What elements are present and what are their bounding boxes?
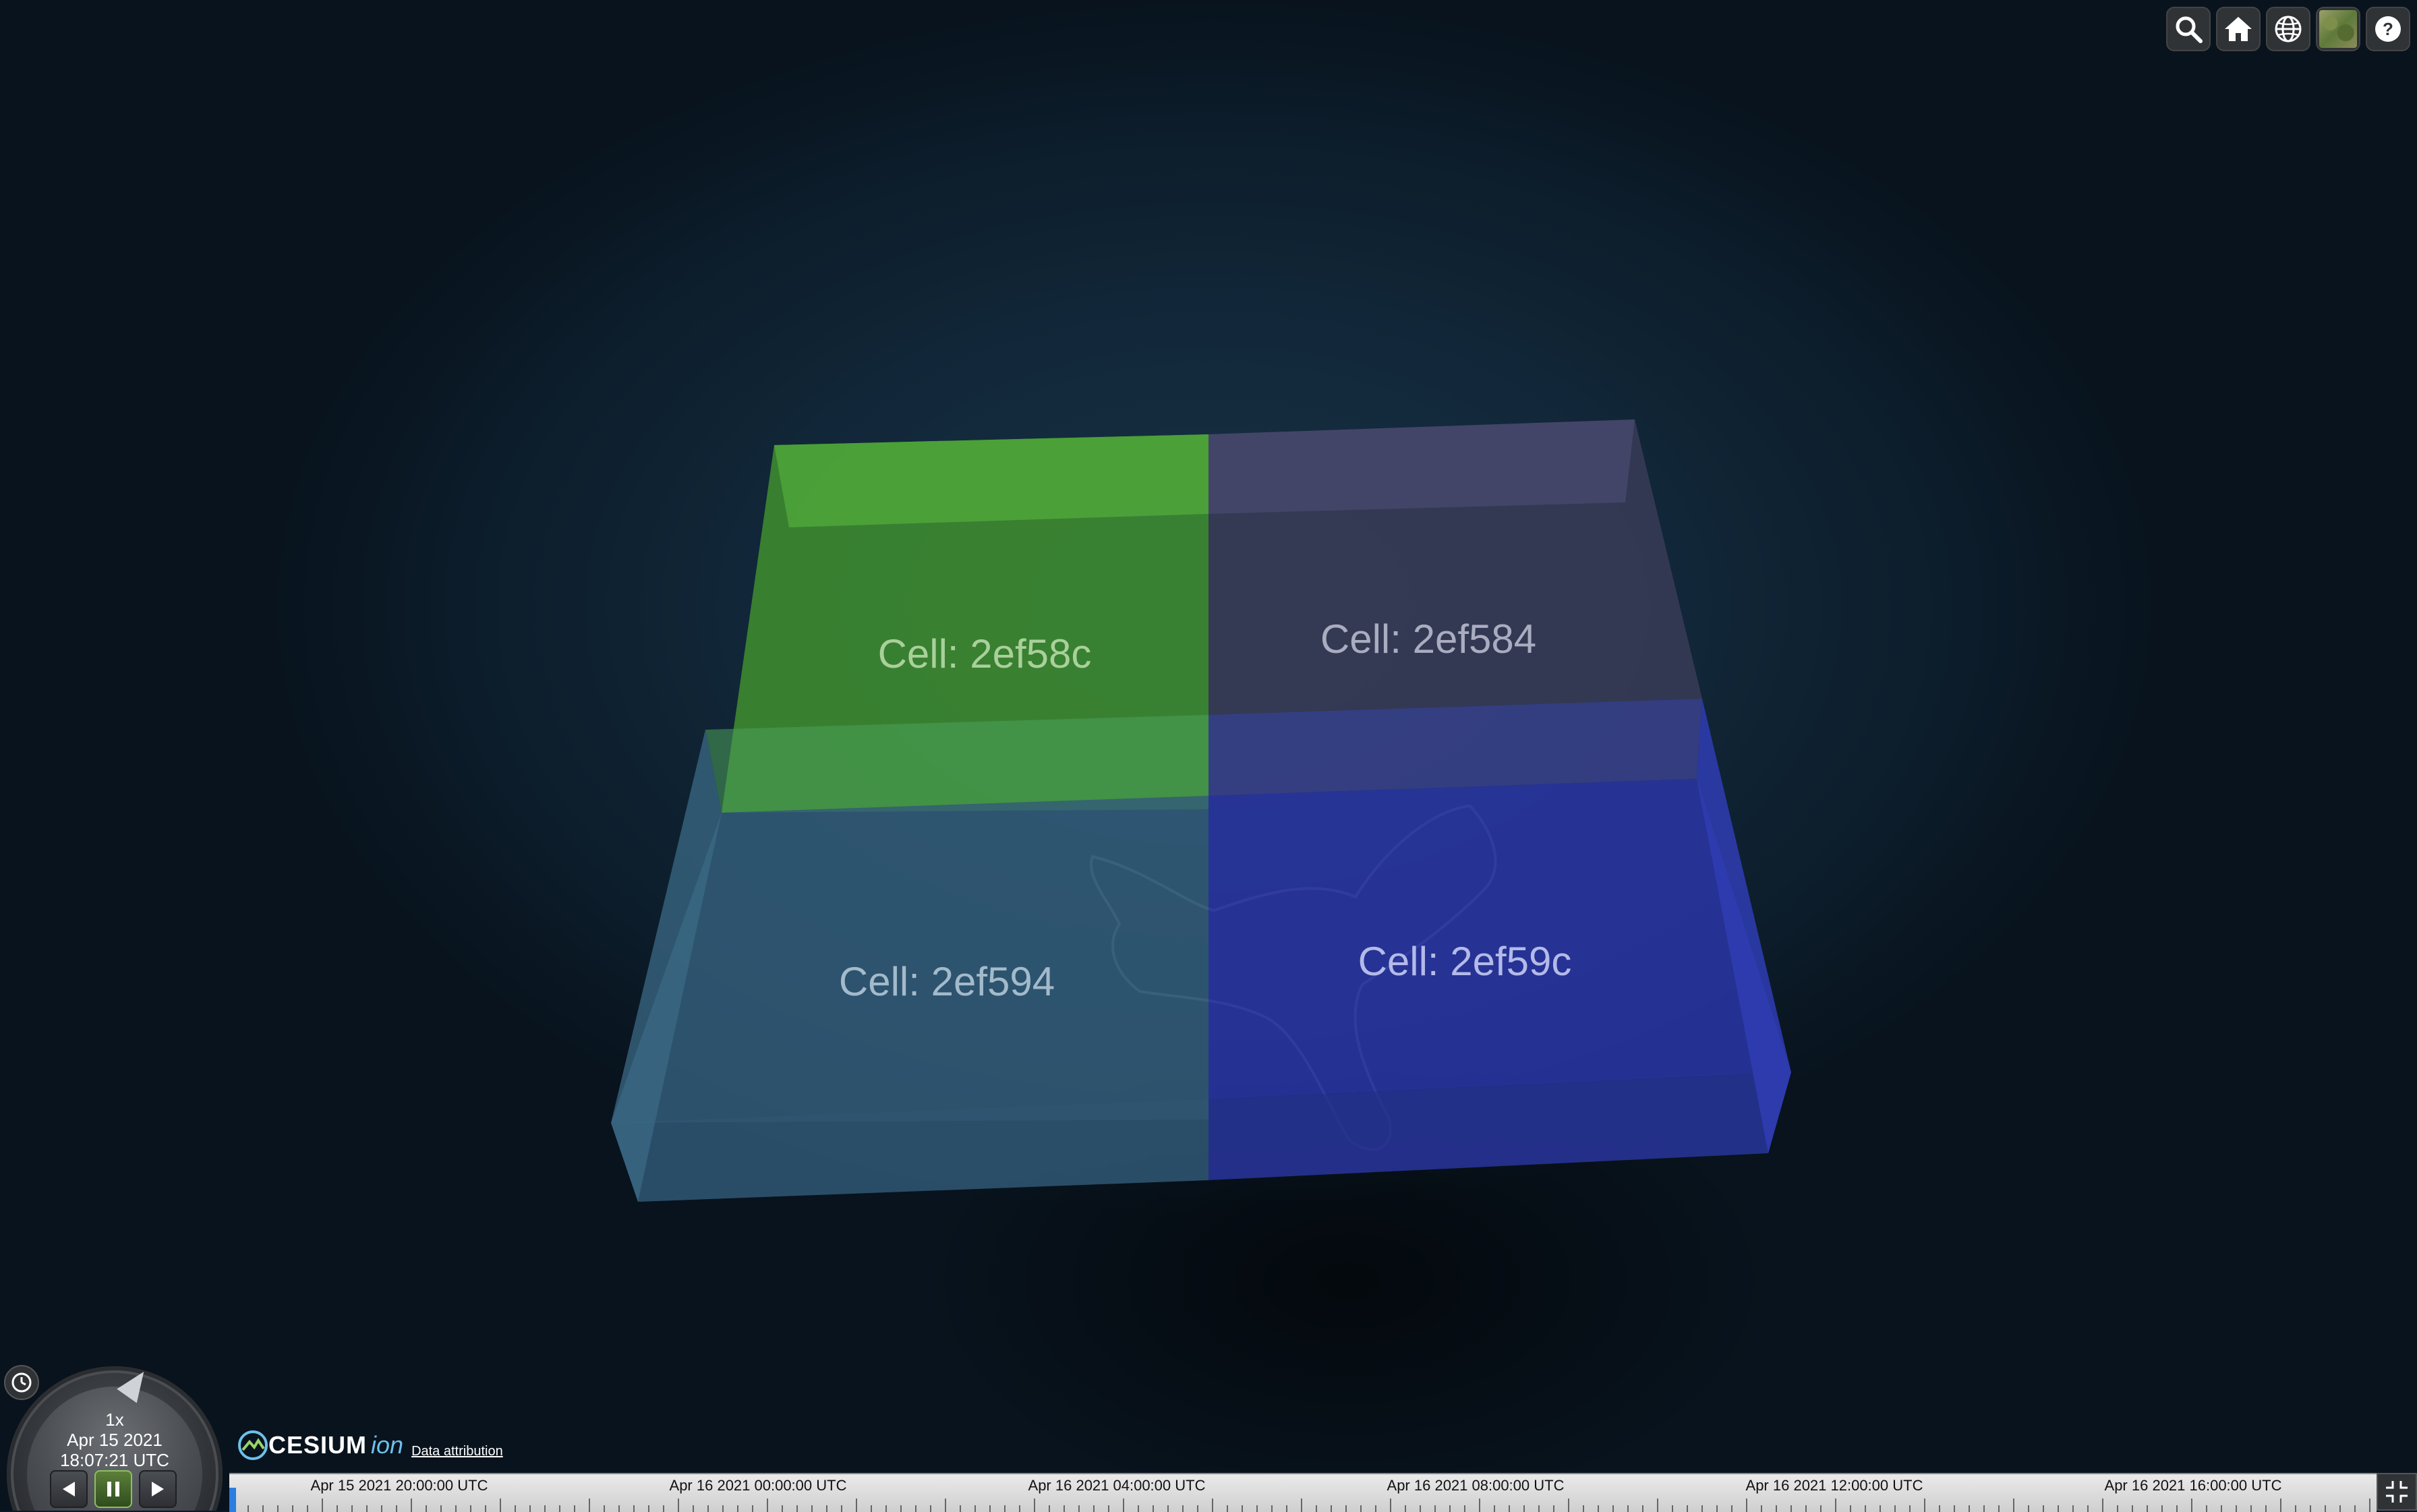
play-reverse-icon [63,1482,75,1496]
cell-label-2ef584: Cell: 2ef584 [1320,616,1536,662]
scene-mode-picker-button[interactable] [2266,7,2310,51]
credits-container: CESIUM ion Data attribution [237,1430,503,1461]
pause-button[interactable] [94,1470,132,1508]
timeline-tick-label: Apr 16 2021 16:00:00 UTC [2104,1477,2282,1494]
ion-logo-text: ion [371,1431,404,1459]
cell-volumes-scene: Cell: 2ef58c Cell: 2ef584 Cell: 2ef594 C… [611,419,1791,1202]
help-icon: ? [2375,16,2401,42]
play-forward-icon [152,1482,164,1496]
cell-label-2ef58c: Cell: 2ef58c [878,631,1092,676]
home-view-button[interactable] [2216,7,2261,51]
fullscreen-button[interactable] [2377,1473,2417,1511]
viewer-toolbar: ? [2166,7,2410,51]
navigation-help-button[interactable]: ? [2366,7,2410,51]
timeline-current-time-marker[interactable] [229,1488,236,1512]
timeline-tick-label: Apr 16 2021 04:00:00 UTC [1028,1477,1206,1494]
timeline[interactable]: Apr 15 2021 20:00:00 UTC Apr 16 2021 00:0… [229,1473,2377,1512]
cell-label-2ef594: Cell: 2ef594 [839,959,1055,1004]
animation-time: 18:07:21 UTC [60,1450,169,1470]
cell-volume-2ef584[interactable] [1208,419,1702,796]
base-layer-picker-button[interactable] [2316,7,2360,51]
cesium-logo-text: CESIUM [268,1431,368,1459]
timeline-tick-label: Apr 15 2021 20:00:00 UTC [310,1477,488,1494]
home-icon [2225,17,2252,41]
fullscreen-exit-icon [2386,1481,2408,1503]
data-attribution-link[interactable]: Data attribution [411,1444,503,1459]
play-forward-button[interactable] [139,1470,177,1508]
animation-date: Apr 15 2021 [67,1430,163,1450]
cesium-3d-viewer[interactable]: Cell: 2ef58c Cell: 2ef584 Cell: 2ef594 C… [0,0,2417,1511]
globe-icon [2275,16,2302,42]
cell-label-2ef59c: Cell: 2ef59c [1358,939,1572,984]
cesium-ion-logo[interactable]: CESIUM ion [237,1430,403,1461]
imagery-thumbnail-icon [2319,10,2357,48]
timeline-tick-label: Apr 16 2021 08:00:00 UTC [1387,1477,1565,1494]
timeline-tick-label: Apr 16 2021 00:00:00 UTC [669,1477,847,1494]
pause-icon [107,1482,119,1496]
cell-volume-2ef58c[interactable] [705,434,1208,813]
timeline-ticks [233,1499,2370,1512]
timeline-tick-label: Apr 16 2021 12:00:00 UTC [1745,1477,1923,1494]
cesium-logo-icon [238,1430,268,1460]
play-reverse-button[interactable] [50,1470,88,1508]
animation-speed: 1x [105,1409,124,1430]
search-icon [2176,16,2203,43]
svg-text:?: ? [2383,19,2393,39]
geocoder-search-button[interactable] [2166,7,2211,51]
